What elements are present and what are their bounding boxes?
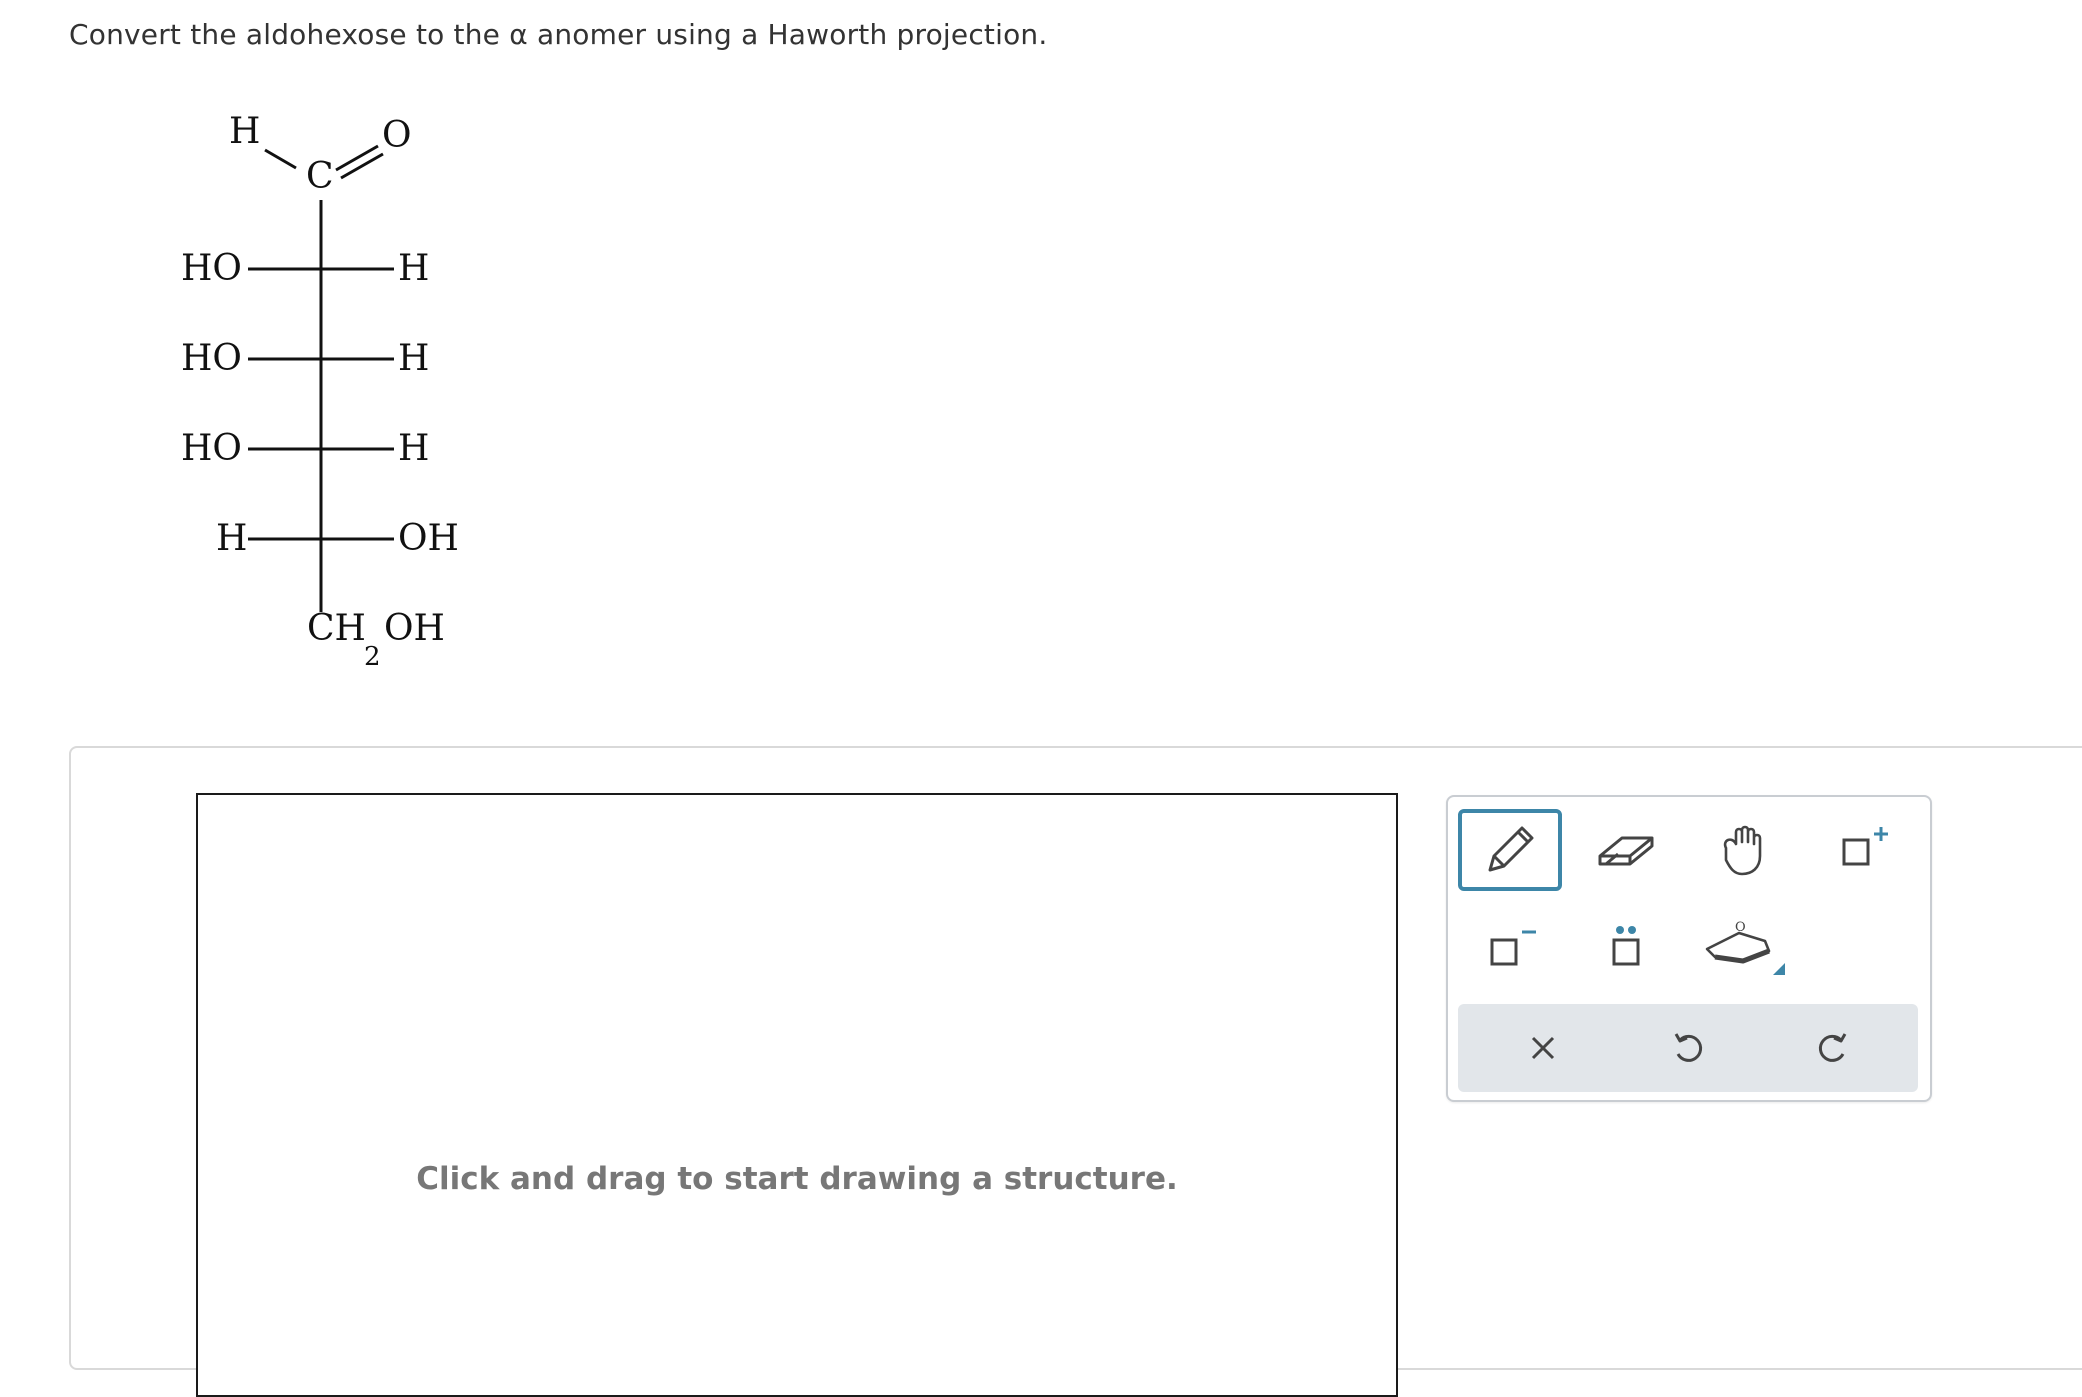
hand-tool-button[interactable] [1692,809,1796,891]
drawing-toolbar: O [1446,795,1932,1102]
aldehyde-o: O [382,115,412,156]
lone-pair-icon [1612,926,1640,966]
question-text: Convert the aldohexose to the α anomer u… [69,18,1047,51]
lone-pair-tool-button[interactable] [1574,905,1678,987]
row-2-left: HO [181,338,242,379]
aldehyde-h: H [229,111,260,152]
clear-button[interactable] [1488,1004,1598,1092]
haworth-ring-icon: O [1705,920,1785,975]
clear-icon [1531,1036,1555,1060]
positive-charge-tool-button[interactable] [1810,809,1914,891]
redo-button[interactable] [1778,1004,1888,1092]
fischer-projection: H C O HO H HO H HO H H OH CH 2 OH [181,111,459,672]
row-1-left: HO [181,248,242,289]
canvas-hint: Click and drag to start drawing a struct… [416,1161,1178,1197]
bond-h-c [264,148,297,170]
aldehyde-c: C [306,156,334,197]
bond-c-o-1 [335,144,379,172]
eraser-icon [1598,836,1654,866]
alpha-symbol: α [509,18,528,51]
drawing-canvas[interactable]: Click and drag to start drawing a struct… [196,793,1398,1397]
charge-minus-icon [1490,930,1536,966]
undo-button[interactable] [1633,1004,1743,1092]
pencil-tool-button[interactable] [1458,809,1562,891]
question-prefix: Convert the aldohexose to the [69,18,510,51]
ring-oxygen-label: O [1735,920,1746,935]
row-3-right: H [398,428,429,469]
bottom-subscript: 2 [364,642,381,672]
row-2-right: H [398,338,429,379]
bond-c-o-2 [340,152,384,180]
row-4-right: OH [398,518,459,559]
hand-icon [1723,825,1762,876]
haworth-ring-tool-button[interactable]: O [1692,905,1796,987]
bottom-oh: OH [384,608,445,649]
row-1-right: H [398,248,429,289]
question-suffix: anomer using a Haworth projection. [527,18,1048,51]
eraser-tool-button[interactable] [1574,809,1678,891]
dropdown-triangle-icon [1773,963,1785,975]
undo-icon [1674,1033,1703,1062]
bottom-ch: CH [307,608,366,649]
action-bar [1458,1004,1918,1092]
pencil-icon [1488,826,1534,872]
row-4-left: H [216,518,247,559]
charge-plus-icon [1842,827,1888,866]
row-3-left: HO [181,428,242,469]
negative-charge-tool-button[interactable] [1458,905,1562,987]
redo-icon [1818,1033,1847,1062]
